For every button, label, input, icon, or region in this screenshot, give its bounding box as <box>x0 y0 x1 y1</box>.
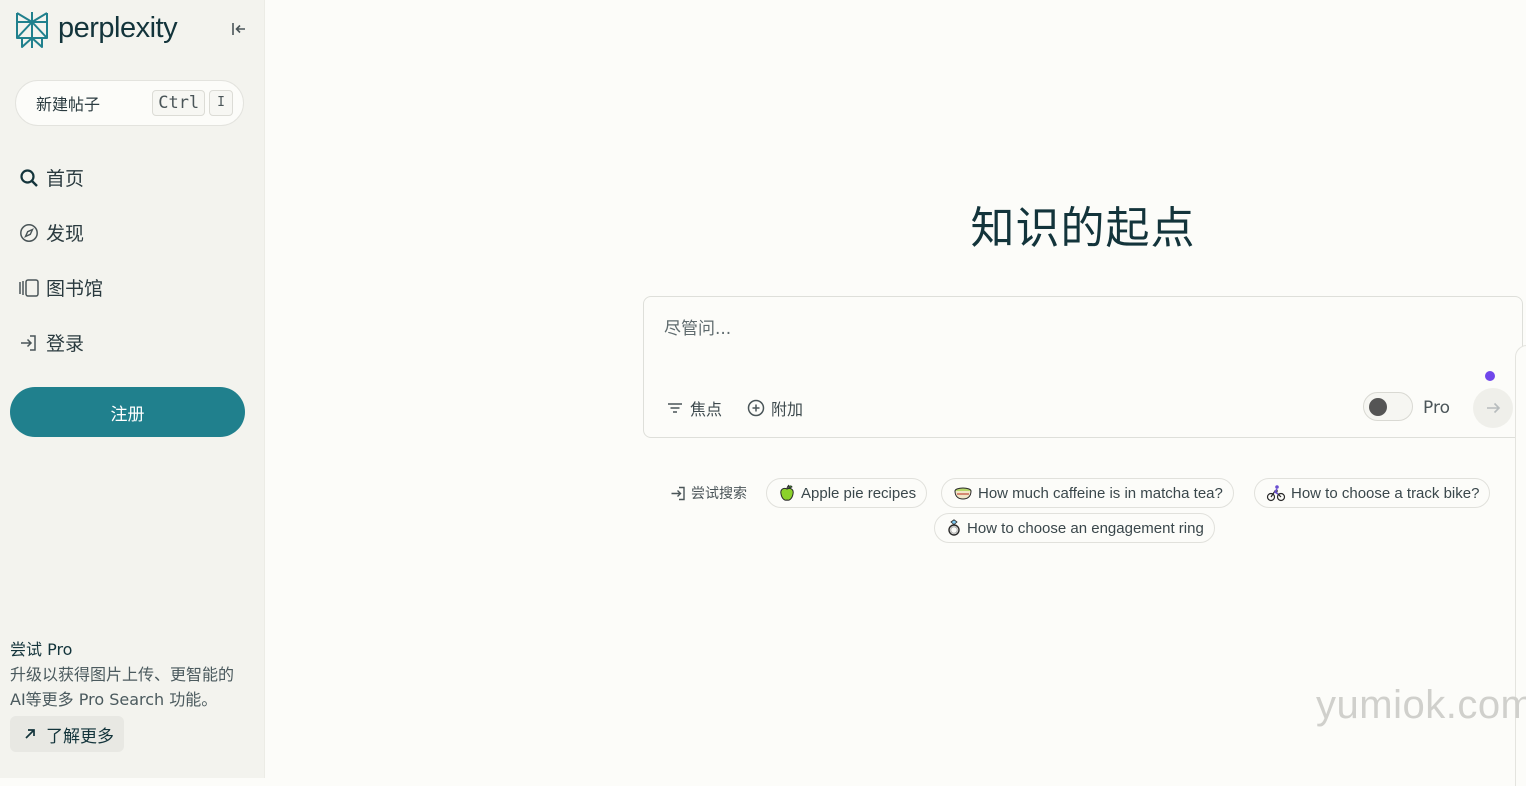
submit-button[interactable] <box>1473 388 1513 428</box>
arrow-in-icon <box>670 485 687 502</box>
perplexity-logo[interactable]: perplexity <box>14 10 178 50</box>
focus-label: 焦点 <box>690 400 723 419</box>
suggestion-label: How to choose a track bike? <box>1291 484 1480 502</box>
sidebar-item-label: 登录 <box>46 333 85 355</box>
library-icon <box>18 277 40 299</box>
try-search-text: 尝试搜索 <box>691 486 747 502</box>
sidebar-item-library[interactable]: 图书馆 <box>10 260 255 315</box>
ring-icon <box>946 519 962 537</box>
suggestion-label: How to choose an engagement ring <box>967 519 1204 537</box>
sidebar-item-label: 首页 <box>46 168 85 190</box>
watermark: yumiok.com <box>1316 683 1526 727</box>
shortcut-key-i: I <box>209 90 233 116</box>
signup-button[interactable]: 注册 <box>10 387 245 437</box>
learn-more-label: 了解更多 <box>46 726 114 747</box>
new-thread-label: 新建帖子 <box>36 95 101 114</box>
try-search-label: 尝试搜索 <box>670 483 747 503</box>
attach-label: 附加 <box>771 400 804 419</box>
suggestion-chip[interactable]: Apple pie recipes <box>766 478 928 508</box>
suggestion-label: Apple pie recipes <box>801 484 917 502</box>
perplexity-logo-icon <box>16 12 48 48</box>
green-apple-icon <box>778 484 796 502</box>
sidebar-nav: 首页 发现 图书馆 登录 <box>10 150 255 370</box>
suggestion-chip[interactable]: How to choose an engagement ring <box>934 513 1215 543</box>
pro-toggle-label: Pro <box>1423 398 1450 418</box>
search-icon <box>18 167 40 189</box>
arrow-up-right-icon <box>22 726 38 742</box>
arrow-right-icon <box>1487 402 1501 414</box>
sidebar-item-discover[interactable]: 发现 <box>10 205 255 260</box>
cyclist-icon <box>1266 484 1286 502</box>
plus-circle-icon <box>747 399 765 417</box>
collapse-left-icon <box>232 23 245 35</box>
toggle-knob <box>1369 398 1387 416</box>
attach-button[interactable]: 附加 <box>747 396 803 420</box>
pro-toggle[interactable] <box>1363 392 1413 421</box>
focus-button[interactable]: 焦点 <box>666 396 722 420</box>
sidebar-item-label: 发现 <box>46 223 85 245</box>
logo-text: perplexity <box>58 11 178 44</box>
sidebar-item-home[interactable]: 首页 <box>10 150 255 205</box>
suggestion-label: How much caffeine is in matcha tea? <box>978 484 1223 502</box>
sidebar-item-label: 图书馆 <box>46 278 104 300</box>
compass-icon <box>18 222 40 244</box>
pro-description: 升级以获得图片上传、更智能的AI等更多 Pro Search 功能。 <box>10 665 235 709</box>
shortcut-key-ctrl: Ctrl <box>152 90 206 116</box>
pro-title: 尝试 Pro <box>10 640 73 659</box>
status-indicator-dot <box>1485 371 1495 381</box>
ask-box: 焦点 附加 Pro <box>643 296 1523 438</box>
tea-bowl-icon <box>953 484 973 502</box>
sign-in-icon <box>18 332 40 354</box>
filter-icon <box>666 399 684 417</box>
page-title: 知识的起点 <box>970 203 1196 254</box>
suggestion-chip[interactable]: How much caffeine is in matcha tea? <box>941 478 1234 508</box>
new-thread-button[interactable]: 新建帖子 Ctrl I <box>15 80 244 126</box>
suggestion-chip[interactable]: How to choose a track bike? <box>1254 478 1491 508</box>
ask-input[interactable] <box>664 319 1484 339</box>
pro-upsell: 尝试 Pro 升级以获得图片上传、更智能的AI等更多 Pro Search 功能… <box>10 638 250 752</box>
sidebar-item-sign-in[interactable]: 登录 <box>10 315 255 370</box>
sidebar: perplexity 新建帖子 Ctrl I 首页 发现 图书馆 登录 注册 尝… <box>0 0 265 778</box>
collapse-sidebar-button[interactable] <box>229 19 249 39</box>
learn-more-button[interactable]: 了解更多 <box>10 716 124 752</box>
